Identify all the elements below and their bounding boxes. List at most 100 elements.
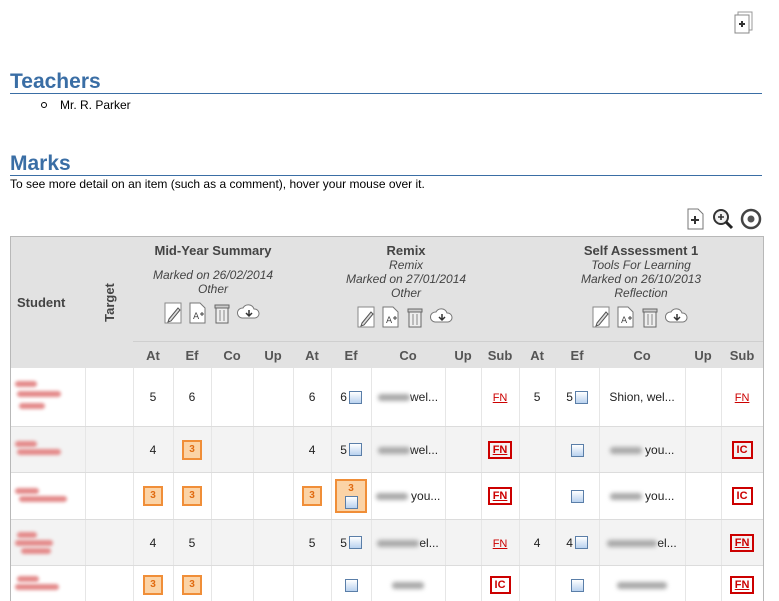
mark-cell[interactable] bbox=[253, 427, 293, 473]
mark-cell[interactable]: 6 bbox=[331, 368, 371, 427]
submission-status-badge[interactable]: IC bbox=[732, 487, 753, 505]
submission-status-badge[interactable]: IC bbox=[490, 576, 511, 594]
mark-cell[interactable] bbox=[519, 473, 555, 520]
comment-icon[interactable] bbox=[571, 579, 584, 592]
mark-cell[interactable] bbox=[555, 427, 599, 473]
mark-cell[interactable]: 5 bbox=[173, 520, 211, 566]
submission-status-link[interactable]: FN bbox=[493, 392, 508, 404]
mark-cell[interactable] bbox=[211, 368, 253, 427]
mark-cell[interactable]: 3 bbox=[173, 427, 211, 473]
mark-cell[interactable] bbox=[293, 566, 331, 601]
mark-cell[interactable] bbox=[253, 520, 293, 566]
page-add-icon[interactable] bbox=[683, 207, 707, 231]
comment-cell[interactable]: el... bbox=[371, 520, 445, 566]
mark-cell[interactable] bbox=[211, 566, 253, 601]
col-ef[interactable]: Ef bbox=[555, 342, 599, 369]
mark-cell[interactable]: 5 bbox=[331, 520, 371, 566]
mark-cell[interactable] bbox=[445, 520, 481, 566]
mark-badge[interactable]: 3 bbox=[302, 486, 322, 506]
edit-icon[interactable] bbox=[164, 302, 184, 324]
mark-cell[interactable] bbox=[211, 520, 253, 566]
mark-cell[interactable]: 5 bbox=[293, 520, 331, 566]
col-up[interactable]: Up bbox=[685, 342, 721, 369]
student-name-redacted[interactable] bbox=[11, 368, 85, 427]
mark-badge[interactable]: 3 bbox=[182, 440, 202, 460]
comment-icon[interactable] bbox=[345, 496, 358, 509]
grade-sheet-icon[interactable]: A bbox=[381, 306, 401, 328]
assessment-title[interactable]: Self Assessment 1 bbox=[519, 243, 763, 258]
col-sub[interactable]: Sub bbox=[481, 342, 519, 369]
mark-cell[interactable] bbox=[445, 473, 481, 520]
trash-icon[interactable] bbox=[640, 306, 660, 328]
col-co[interactable]: Co bbox=[371, 342, 445, 369]
comment-icon[interactable] bbox=[349, 391, 362, 404]
mark-cell[interactable] bbox=[253, 473, 293, 520]
submission-cell[interactable]: IC bbox=[721, 473, 763, 520]
target-icon[interactable] bbox=[739, 207, 763, 231]
mark-cell[interactable] bbox=[555, 473, 599, 520]
table-row[interactable]: 5 6 6 6 wel... FN 5 5 Shion, wel... FN bbox=[11, 368, 763, 427]
cloud-download-icon[interactable] bbox=[429, 306, 455, 328]
add-page-icon[interactable] bbox=[733, 10, 755, 34]
submission-status-badge[interactable]: FN bbox=[488, 487, 513, 505]
table-row[interactable]: 3 3 IC FN bbox=[11, 566, 763, 601]
mark-cell[interactable] bbox=[211, 427, 253, 473]
mark-cell[interactable]: 4 bbox=[519, 520, 555, 566]
submission-cell[interactable]: FN bbox=[481, 368, 519, 427]
grade-sheet-icon[interactable]: A bbox=[616, 306, 636, 328]
mark-cell[interactable]: 4 bbox=[133, 520, 173, 566]
comment-icon[interactable] bbox=[349, 536, 362, 549]
mark-badge[interactable]: 3 bbox=[182, 486, 202, 506]
mark-cell[interactable] bbox=[685, 368, 721, 427]
student-name-redacted[interactable] bbox=[11, 427, 85, 473]
col-at[interactable]: At bbox=[133, 342, 173, 369]
mark-badge[interactable]: 3 bbox=[143, 486, 163, 506]
col-up[interactable]: Up bbox=[445, 342, 481, 369]
col-up[interactable]: Up bbox=[253, 342, 293, 369]
mark-cell[interactable] bbox=[685, 427, 721, 473]
mark-cell[interactable] bbox=[331, 566, 371, 601]
submission-status-link[interactable]: FN bbox=[735, 392, 750, 404]
comment-icon[interactable] bbox=[349, 443, 362, 456]
zoom-icon[interactable] bbox=[711, 207, 735, 231]
table-row[interactable]: 4 3 4 5 wel... FN you... IC bbox=[11, 427, 763, 473]
submission-cell[interactable]: FN bbox=[721, 566, 763, 601]
comment-cell[interactable]: wel... bbox=[371, 427, 445, 473]
comment-cell[interactable] bbox=[371, 566, 445, 601]
mark-cell[interactable] bbox=[253, 368, 293, 427]
comment-icon[interactable] bbox=[571, 444, 584, 457]
submission-cell[interactable]: FN bbox=[481, 473, 519, 520]
mark-cell[interactable] bbox=[519, 427, 555, 473]
mark-cell[interactable] bbox=[211, 473, 253, 520]
mark-cell[interactable]: 5 bbox=[519, 368, 555, 427]
comment-icon[interactable] bbox=[575, 391, 588, 404]
mark-cell[interactable] bbox=[519, 566, 555, 601]
mark-cell[interactable]: 5 bbox=[555, 368, 599, 427]
submission-cell[interactable]: IC bbox=[721, 427, 763, 473]
submission-cell[interactable]: FN bbox=[481, 427, 519, 473]
mark-cell[interactable]: 3 bbox=[133, 473, 173, 520]
comment-cell[interactable]: wel... bbox=[371, 368, 445, 427]
submission-status-badge[interactable]: FN bbox=[488, 441, 513, 459]
mark-cell[interactable]: 4 bbox=[555, 520, 599, 566]
edit-icon[interactable] bbox=[357, 306, 377, 328]
mark-cell[interactable] bbox=[685, 473, 721, 520]
student-name-redacted[interactable] bbox=[11, 473, 85, 520]
mark-cell[interactable] bbox=[685, 566, 721, 601]
mark-cell[interactable] bbox=[445, 566, 481, 601]
mark-cell[interactable] bbox=[445, 427, 481, 473]
mark-cell[interactable]: 3 bbox=[331, 473, 371, 520]
col-co[interactable]: Co bbox=[599, 342, 685, 369]
mark-cell[interactable]: 5 bbox=[331, 427, 371, 473]
cloud-download-icon[interactable] bbox=[664, 306, 690, 328]
comment-cell[interactable]: you... bbox=[371, 473, 445, 520]
col-at[interactable]: At bbox=[519, 342, 555, 369]
comment-cell[interactable]: Shion, wel... bbox=[599, 368, 685, 427]
student-name-redacted[interactable] bbox=[11, 520, 85, 566]
comment-cell[interactable]: el... bbox=[599, 520, 685, 566]
submission-cell[interactable]: IC bbox=[481, 566, 519, 601]
student-name-redacted[interactable] bbox=[11, 566, 85, 601]
trash-icon[interactable] bbox=[405, 306, 425, 328]
table-row[interactable]: 3 3 3 3 you... FN you... IC bbox=[11, 473, 763, 520]
cloud-download-icon[interactable] bbox=[236, 302, 262, 324]
